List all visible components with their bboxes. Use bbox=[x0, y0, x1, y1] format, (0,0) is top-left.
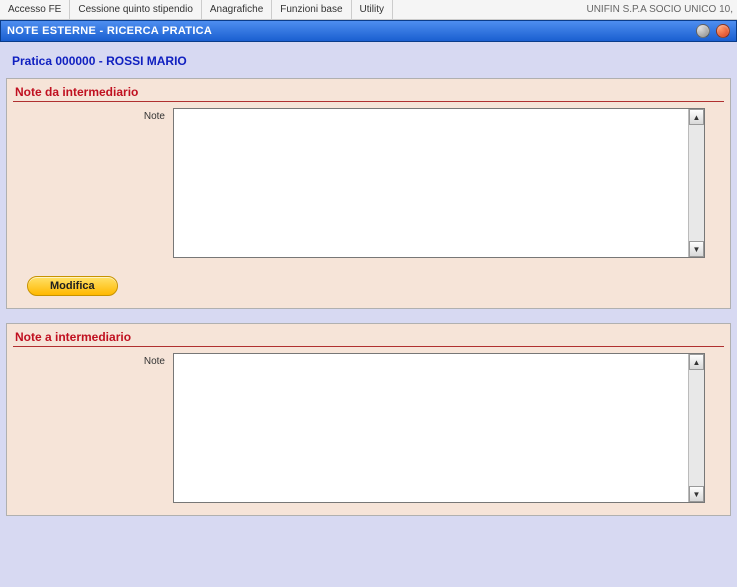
company-label: UNIFIN S.P.A SOCIO UNICO 10, bbox=[586, 4, 737, 15]
menu-cessione-quinto[interactable]: Cessione quinto stipendio bbox=[70, 0, 202, 19]
modifica-button[interactable]: Modifica bbox=[27, 276, 118, 296]
panel-note-a-intermediario: Note a intermediario Note ▲ ▼ bbox=[6, 323, 731, 516]
window-title: NOTE ESTERNE - RICERCA PRATICA bbox=[7, 25, 690, 37]
scroll-up-icon[interactable]: ▲ bbox=[689, 109, 704, 125]
label-note-da: Note bbox=[13, 108, 173, 122]
panel-title-da: Note da intermediario bbox=[13, 85, 724, 101]
help-icon[interactable] bbox=[696, 24, 710, 38]
label-note-a: Note bbox=[13, 353, 173, 367]
menu-accesso-fe[interactable]: Accesso FE bbox=[0, 0, 70, 19]
menu-funzioni-base[interactable]: Funzioni base bbox=[272, 0, 351, 19]
scroll-down-icon[interactable]: ▼ bbox=[689, 486, 704, 502]
titlebar: NOTE ESTERNE - RICERCA PRATICA bbox=[0, 20, 737, 42]
scrollbar-a[interactable]: ▲ ▼ bbox=[688, 354, 704, 502]
scroll-up-icon[interactable]: ▲ bbox=[689, 354, 704, 370]
panel-note-da-intermediario: Note da intermediario Note ▲ ▼ Modifica bbox=[6, 78, 731, 309]
scroll-down-icon[interactable]: ▼ bbox=[689, 241, 704, 257]
menu-utility[interactable]: Utility bbox=[352, 0, 393, 19]
scrollbar-da[interactable]: ▲ ▼ bbox=[688, 109, 704, 257]
field-row-note-a: Note ▲ ▼ bbox=[13, 353, 724, 503]
pratica-header: Pratica 000000 - ROSSI MARIO bbox=[6, 48, 731, 78]
textarea-wrap-a: ▲ ▼ bbox=[173, 353, 705, 503]
menubar: Accesso FE Cessione quinto stipendio Ana… bbox=[0, 0, 737, 20]
note-a-input[interactable] bbox=[174, 354, 688, 502]
divider bbox=[13, 346, 724, 347]
note-da-input[interactable] bbox=[174, 109, 688, 257]
textarea-wrap-da: ▲ ▼ bbox=[173, 108, 705, 258]
field-row-note-da: Note ▲ ▼ bbox=[13, 108, 724, 258]
page-body: Pratica 000000 - ROSSI MARIO Note da int… bbox=[0, 42, 737, 587]
menu-anagrafiche[interactable]: Anagrafiche bbox=[202, 0, 272, 19]
divider bbox=[13, 101, 724, 102]
close-icon[interactable] bbox=[716, 24, 730, 38]
panel-title-a: Note a intermediario bbox=[13, 330, 724, 346]
